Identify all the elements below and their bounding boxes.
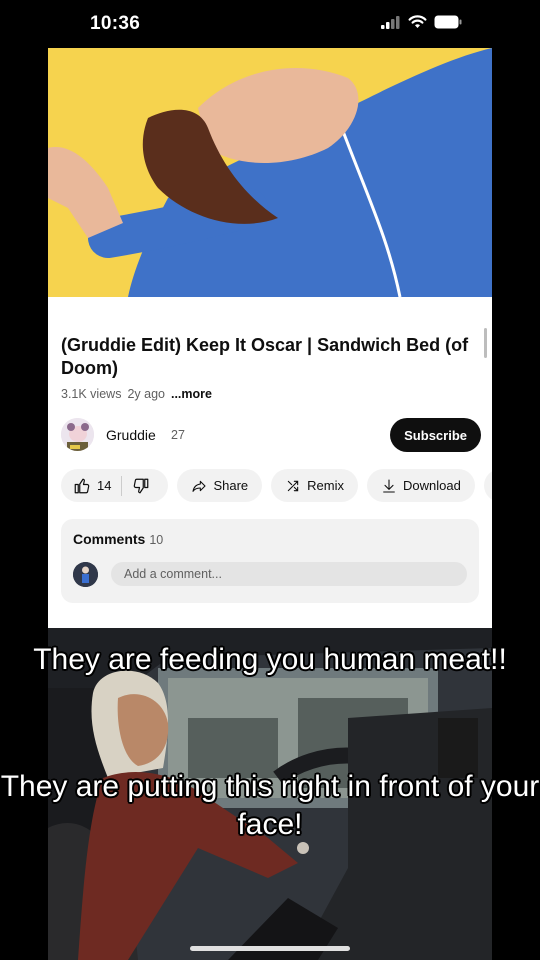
download-label: Download: [403, 478, 461, 493]
status-icons: [381, 15, 462, 29]
video-thumbnail[interactable]: [48, 48, 492, 297]
video-title: (Gruddie Edit) Keep It Oscar | Sandwich …: [61, 335, 469, 378]
home-indicator[interactable]: [190, 946, 350, 951]
more-link[interactable]: ...more: [171, 387, 212, 401]
subscribe-button[interactable]: Subscribe: [390, 418, 481, 452]
comments-section[interactable]: Comments 10 Add a comment...: [61, 519, 479, 603]
remix-icon: [287, 480, 299, 491]
share-icon: [192, 480, 207, 492]
view-count: 3.1K views: [61, 387, 122, 401]
save-button[interactable]: [483, 469, 492, 502]
user-avatar: [73, 562, 98, 587]
subscriber-count: 27: [171, 428, 185, 442]
remix-button[interactable]: Remix: [271, 469, 359, 502]
action-bar: 14 Share Remix Download: [61, 469, 492, 502]
wifi-icon: [408, 15, 427, 28]
thumbnail-image: [48, 48, 492, 297]
signal-icon: [381, 15, 400, 29]
channel-name[interactable]: Gruddie: [106, 427, 156, 443]
share-button[interactable]: Share: [177, 469, 263, 502]
like-dislike-group: 14: [61, 469, 169, 502]
comments-header: Comments 10: [73, 531, 163, 547]
like-divider: [121, 475, 123, 496]
share-label: Share: [213, 478, 249, 493]
battery-icon: [434, 15, 462, 29]
meme-caption-bottom: They are putting this right in front of …: [0, 770, 540, 841]
video-meta: 3.1K views 2y ago ...more: [61, 387, 212, 401]
download-button[interactable]: Download: [367, 469, 475, 502]
comments-count: 10: [149, 533, 164, 547]
like-count[interactable]: 14: [97, 478, 111, 493]
comments-title: Comments: [73, 531, 146, 547]
upload-age: 2y ago: [127, 387, 165, 401]
youtube-video-panel: (Gruddie Edit) Keep It Oscar | Sandwich …: [48, 48, 492, 628]
scrollbar[interactable]: [484, 328, 487, 358]
status-time: 10:36: [90, 13, 141, 34]
add-comment-input[interactable]: Add a comment...: [111, 562, 467, 586]
meme-caption-top: They are feeding you human meat!!: [33, 643, 507, 676]
channel-row: Gruddie 27 Subscribe: [61, 418, 481, 452]
channel-avatar[interactable]: [61, 418, 94, 451]
thumbs-down-icon[interactable]: [132, 477, 150, 495]
remix-label: Remix: [307, 478, 345, 493]
status-bar: 10:36: [0, 0, 540, 48]
thumbs-up-icon[interactable]: [73, 477, 91, 495]
download-icon: [383, 478, 395, 493]
